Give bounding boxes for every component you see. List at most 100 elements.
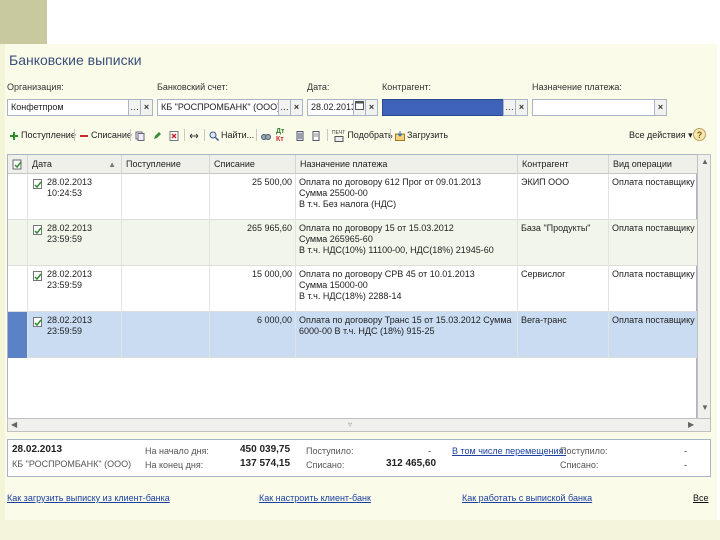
document-button[interactable] bbox=[311, 126, 323, 144]
vertical-scrollbar[interactable]: ▲ ▼ bbox=[697, 154, 711, 432]
copy-icon bbox=[135, 131, 145, 141]
operation-cell: Оплата поставщику bbox=[612, 315, 695, 325]
posted-document-icon bbox=[33, 179, 42, 189]
purpose-label: Назначение платежа: bbox=[532, 82, 622, 92]
purpose-field[interactable] bbox=[532, 99, 655, 116]
writeoff-button[interactable]: Списание bbox=[79, 126, 132, 144]
account-label: Банковский счет: bbox=[157, 82, 229, 92]
summary-bank: КБ "РОСПРОМБАНК" (ООО) bbox=[12, 459, 132, 469]
scroll-left-icon[interactable]: ◀ bbox=[11, 420, 17, 429]
purpose-cell: Оплата по договору 612 Прог от 09.01.201… bbox=[296, 174, 518, 220]
scroll-up-icon[interactable]: ▲ bbox=[701, 157, 709, 166]
edit-button[interactable] bbox=[152, 126, 164, 144]
document-list-icon bbox=[12, 159, 22, 170]
receipt-cell bbox=[122, 266, 210, 312]
contractor-cell: ЭКИП ООО bbox=[518, 174, 609, 220]
table-row[interactable]: 28.02.2013 23:59:59 15 000,00 Оплата по д… bbox=[8, 266, 698, 312]
end-balance-label: На конец дня: bbox=[145, 460, 204, 470]
table-row-selected[interactable]: 28.02.2013 23:59:59 6 000,00 Оплата по до… bbox=[8, 312, 698, 358]
transfer-spent-value: - bbox=[684, 460, 687, 470]
column-header-purpose[interactable]: Назначение платежа bbox=[296, 155, 518, 174]
account-field[interactable]: КБ "РОСПРОМБАНК" (ООО) (40 bbox=[157, 99, 279, 116]
corner-decoration bbox=[0, 0, 47, 44]
kt-label: Кт bbox=[276, 135, 284, 143]
scroll-thumb-grip-icon[interactable]: ▿ bbox=[348, 420, 352, 429]
date-cell: 28.02.2013 23:59:59 bbox=[44, 220, 122, 266]
spent-value: 312 465,60 bbox=[386, 458, 437, 469]
binoculars-icon bbox=[261, 133, 271, 140]
separator bbox=[256, 129, 257, 141]
row-marker bbox=[8, 174, 28, 220]
select-list-icon bbox=[334, 135, 344, 142]
date-label: Дата: bbox=[307, 82, 330, 92]
sort-ascending-icon: ▲ bbox=[108, 160, 116, 169]
dt-label: Дт bbox=[276, 127, 285, 135]
posted-document-icon bbox=[33, 225, 42, 235]
purpose-cell: Оплата по договору СРВ 45 от 10.01.2013 С… bbox=[296, 266, 518, 312]
horizontal-scrollbar[interactable]: ◀ ▿ ▶ bbox=[7, 418, 711, 432]
window-title: Банковские выписки bbox=[9, 52, 142, 68]
dt-kt-button[interactable]: Дт Кт bbox=[276, 126, 284, 144]
org-label: Организация: bbox=[7, 82, 64, 92]
help-link-setup-client-bank[interactable]: Как настроить клиент-банк bbox=[259, 493, 371, 503]
column-header-operation[interactable]: Вид операции bbox=[609, 155, 698, 174]
writeoff-cell: 6 000,00 bbox=[210, 312, 296, 358]
operation-cell: Оплата поставщику bbox=[612, 177, 695, 187]
contractor-cell: Сервислог bbox=[518, 266, 609, 312]
scroll-down-icon[interactable]: ▼ bbox=[701, 403, 709, 412]
receipt-cell bbox=[122, 312, 210, 358]
separator bbox=[390, 129, 391, 141]
contractor-label: Контрагент: bbox=[382, 82, 432, 92]
swap-button[interactable] bbox=[189, 126, 201, 144]
copy-button[interactable] bbox=[135, 126, 147, 144]
column-header-contractor[interactable]: Контрагент bbox=[518, 155, 609, 174]
find-button[interactable]: Найти... bbox=[209, 126, 254, 144]
org-field[interactable]: Конфетпром bbox=[7, 99, 129, 116]
contractor-field[interactable] bbox=[382, 99, 504, 116]
separator bbox=[74, 129, 75, 141]
date-clear-button[interactable]: × bbox=[365, 99, 378, 116]
table-row[interactable]: 28.02.2013 10:24:53 25 500,00 Оплата по д… bbox=[8, 174, 698, 220]
select-button[interactable]: ПЕЧТ Подобрать bbox=[332, 126, 393, 144]
org-clear-button[interactable]: × bbox=[140, 99, 153, 116]
row-marker bbox=[8, 266, 28, 312]
contractor-clear-button[interactable]: × bbox=[515, 99, 528, 116]
statements-table: Дата ▲ Поступление Списание Назначение п… bbox=[7, 154, 698, 432]
delete-button[interactable] bbox=[169, 126, 181, 144]
receipt-button[interactable]: Поступление bbox=[9, 126, 76, 144]
plus-icon bbox=[10, 131, 18, 140]
calendar-icon bbox=[355, 101, 364, 110]
swap-arrows-icon bbox=[189, 133, 199, 138]
scroll-right-icon[interactable]: ▶ bbox=[688, 420, 694, 429]
delete-icon bbox=[169, 130, 179, 141]
contractor-cell: Вега-транс bbox=[518, 312, 609, 358]
date-cell: 28.02.2013 10:24:53 bbox=[44, 174, 122, 220]
table-row[interactable]: 28.02.2013 23:59:59 265 965,60 Оплата по … bbox=[8, 220, 698, 266]
report-button[interactable] bbox=[295, 126, 307, 144]
help-link-all[interactable]: Все bbox=[693, 493, 709, 503]
load-button[interactable]: Загрузить bbox=[395, 126, 448, 144]
row-marker bbox=[8, 312, 28, 358]
help-link-load-statement[interactable]: Как загрузить выписку из клиент-банка bbox=[7, 493, 170, 503]
help-link-work-with-statement[interactable]: Как работать с выпиской банка bbox=[462, 493, 592, 503]
purpose-clear-button[interactable]: × bbox=[654, 99, 667, 116]
column-header-receipt[interactable]: Поступление bbox=[122, 155, 210, 174]
transfers-link[interactable]: В том числе перемещения: bbox=[452, 446, 566, 456]
contractor-cell: База "Продукты" bbox=[518, 220, 609, 266]
date-cell: 28.02.2013 23:59:59 bbox=[44, 266, 122, 312]
search-icon bbox=[209, 131, 219, 141]
account-clear-button[interactable]: × bbox=[290, 99, 303, 116]
date-field[interactable]: 28.02.2013 bbox=[307, 99, 354, 116]
received-label: Поступило: bbox=[306, 446, 354, 456]
bank-statements-window: Банковские выписки Организация: Банковск… bbox=[5, 44, 717, 520]
all-actions-menu[interactable]: Все действия ▾ bbox=[629, 126, 693, 144]
summary-panel: 28.02.2013 КБ "РОСПРОМБАНК" (ООО) На нач… bbox=[7, 439, 711, 477]
column-header-writeoff[interactable]: Списание bbox=[210, 155, 296, 174]
help-button[interactable]: ? bbox=[693, 128, 706, 141]
column-header-date[interactable]: Дата ▲ bbox=[28, 155, 122, 174]
summary-date: 28.02.2013 bbox=[12, 444, 63, 455]
start-balance-label: На начало дня: bbox=[145, 446, 209, 456]
find-tool-button[interactable] bbox=[261, 126, 273, 144]
transfer-received-value: - bbox=[684, 446, 687, 456]
posted-document-icon bbox=[33, 317, 42, 327]
